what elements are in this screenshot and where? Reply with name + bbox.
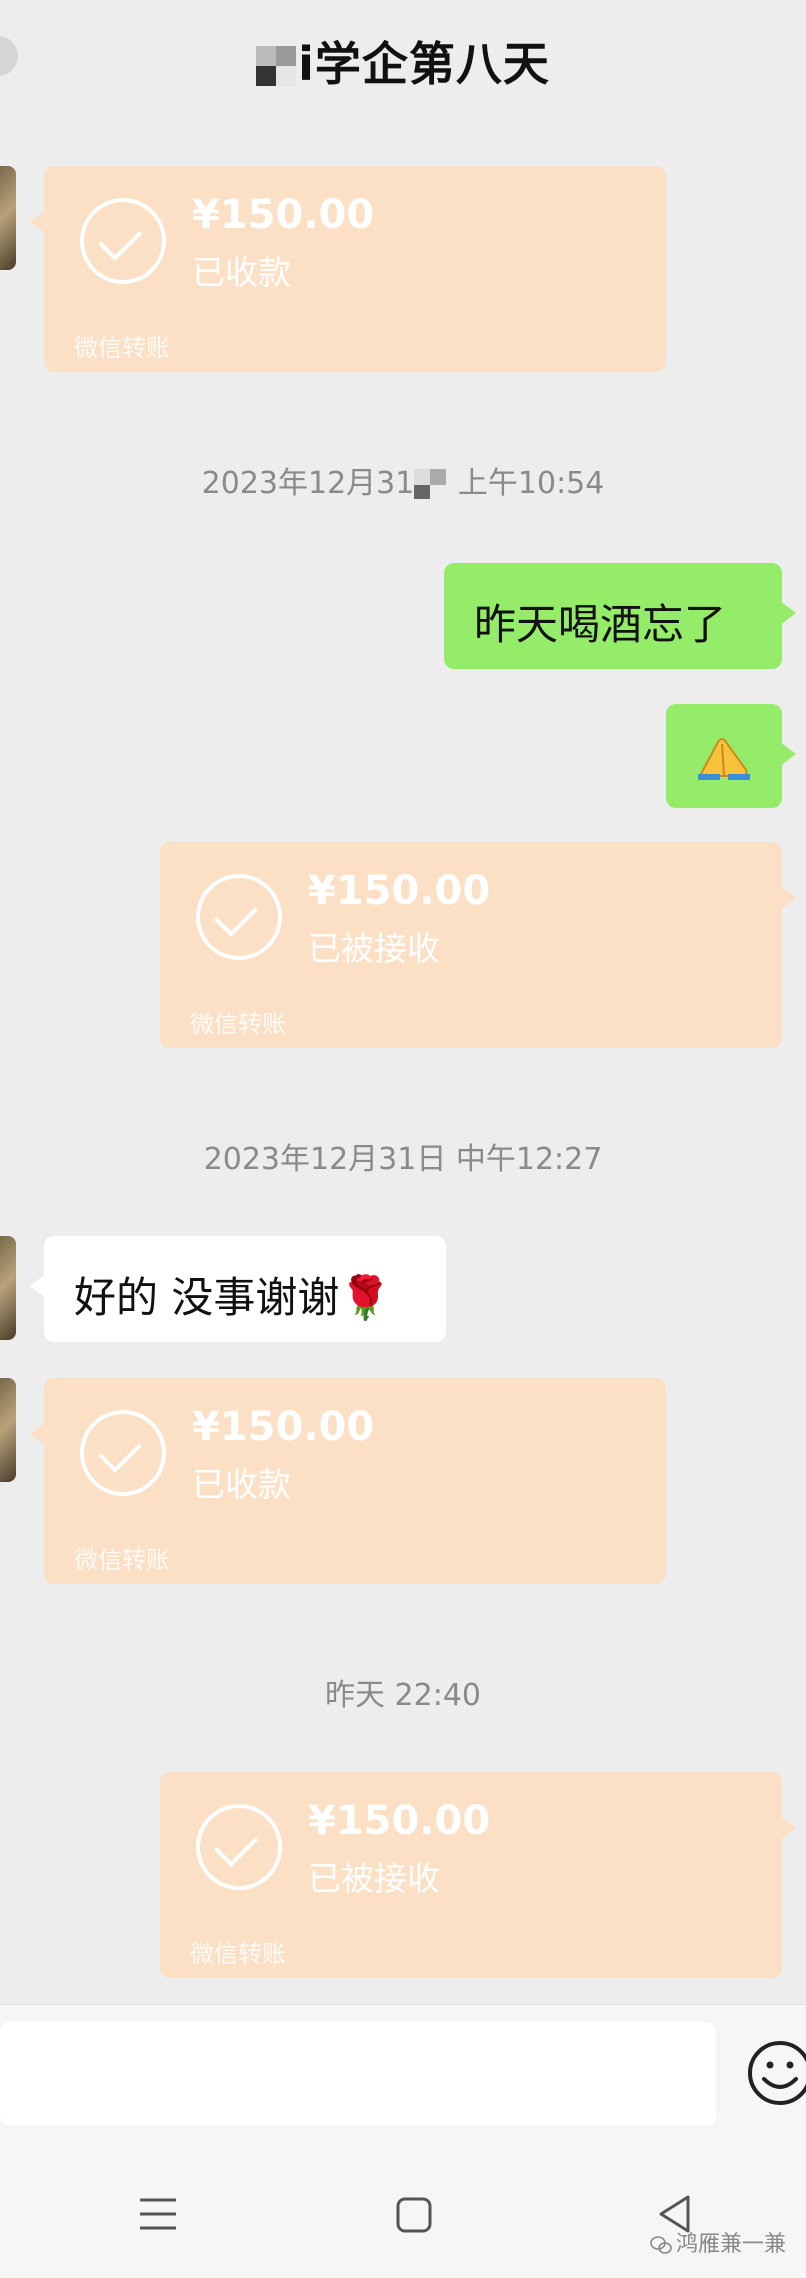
bubble-tail xyxy=(780,601,796,625)
transfer-label: 微信转账 xyxy=(190,1940,286,1968)
check-circle-icon xyxy=(196,874,282,960)
timestamp: 2023年12月31日 中午12:27 xyxy=(203,1142,603,1177)
emoji-icon[interactable] xyxy=(742,2035,806,2111)
card-tail xyxy=(780,1816,796,1840)
wechat-logo-icon xyxy=(650,2236,672,2254)
transfer-amount: ¥150.00 xyxy=(192,192,375,238)
chat-title-text: i学企第八天 xyxy=(298,37,550,91)
timestamp: 昨天 22:40 xyxy=(325,1678,481,1713)
timestamp-date: 2023年12月31 xyxy=(201,466,415,501)
transfer-card[interactable]: ¥150.00 已被接收 微信转账 xyxy=(160,1772,796,1978)
transfer-amount: ¥150.00 xyxy=(192,1404,375,1450)
transfer-status: 已被接收 xyxy=(308,929,440,968)
menu-icon[interactable] xyxy=(138,2196,178,2232)
folded-hands-icon xyxy=(698,738,750,780)
redacted-name-mosaic xyxy=(256,46,297,86)
check-circle-icon xyxy=(196,1804,282,1890)
watermark-text: 鸿雁兼一兼 xyxy=(676,2232,787,2257)
transfer-status: 已收款 xyxy=(192,1465,291,1504)
contact-avatar[interactable] xyxy=(0,1236,16,1340)
watermark: 鸿雁兼一兼 xyxy=(650,2226,786,2258)
sent-message-bubble[interactable]: 昨天喝酒忘了 xyxy=(444,563,796,669)
transfer-amount: ¥150.00 xyxy=(308,1798,491,1844)
bubble-tail xyxy=(780,742,796,766)
home-icon[interactable] xyxy=(395,2196,433,2234)
transfer-label: 微信转账 xyxy=(74,1546,170,1574)
message-text: 昨天喝酒忘了 xyxy=(474,600,727,649)
transfer-card[interactable]: ¥150.00 已收款 微信转账 xyxy=(30,1378,666,1584)
transfer-label: 微信转账 xyxy=(190,1010,286,1038)
check-circle-icon xyxy=(80,1410,166,1496)
message-text: 好的 没事谢谢🌹 xyxy=(74,1273,392,1322)
transfer-label: 微信转账 xyxy=(74,334,170,362)
transfer-status: 已收款 xyxy=(192,253,291,292)
check-circle-icon xyxy=(80,198,166,284)
sent-emoji-bubble[interactable] xyxy=(666,704,796,808)
message-input[interactable] xyxy=(0,2022,716,2126)
timestamp-time: 上午10:54 xyxy=(457,466,605,501)
chat-title: i学企第八天 xyxy=(0,28,806,94)
card-tail xyxy=(780,886,796,910)
card-tail xyxy=(30,1422,46,1446)
bubble-tail xyxy=(30,1274,46,1298)
transfer-card[interactable]: ¥150.00 已收款 微信转账 xyxy=(30,166,666,372)
card-tail xyxy=(30,210,46,234)
transfer-amount: ¥150.00 xyxy=(308,868,491,914)
timestamp: 2023年12月31 上午10:54 xyxy=(0,458,806,502)
redacted-mosaic xyxy=(414,469,449,499)
contact-avatar[interactable] xyxy=(0,166,16,270)
transfer-card[interactable]: ¥150.00 已被接收 微信转账 xyxy=(160,842,796,1048)
transfer-status: 已被接收 xyxy=(308,1859,440,1898)
contact-avatar[interactable] xyxy=(0,1378,16,1482)
received-message-bubble[interactable]: 好的 没事谢谢🌹 xyxy=(30,1236,446,1342)
